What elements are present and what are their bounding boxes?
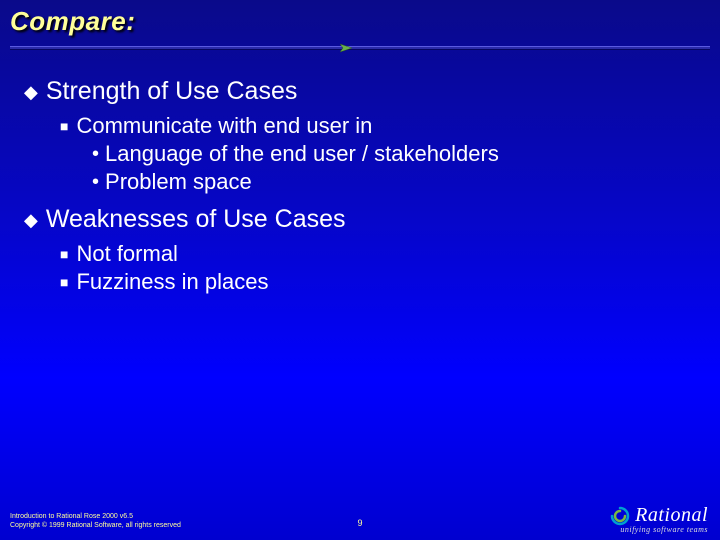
title-divider [0, 43, 720, 57]
dot-bullet-icon: • [92, 169, 99, 195]
slide-content: ◆ Strength of Use Cases ■ Communicate wi… [0, 57, 720, 295]
item-text: Communicate with end user in [76, 113, 372, 139]
arrow-icon [340, 42, 354, 54]
footer-line2: Copyright © 1999 Rational Software, all … [10, 521, 181, 530]
heading-weakness: ◆ Weaknesses of Use Cases [24, 205, 700, 235]
title-bar: Compare: [0, 0, 720, 37]
footer-line1: Introduction to Rational Rose 2000 v6.5 [10, 512, 181, 521]
subitem-text: Language of the end user / stakeholders [105, 141, 499, 167]
subitem-language: • Language of the end user / stakeholder… [92, 141, 700, 167]
item-text: Not formal [76, 241, 177, 267]
heading-text: Weaknesses of Use Cases [46, 205, 346, 234]
item-text: Fuzziness in places [76, 269, 268, 295]
item-fuzziness: ■ Fuzziness in places [60, 269, 700, 295]
page-number: 9 [357, 518, 362, 528]
slide-footer: Introduction to Rational Rose 2000 v6.5 … [0, 500, 720, 540]
diamond-bullet-icon: ◆ [24, 205, 38, 235]
square-bullet-icon: ■ [60, 241, 68, 267]
footer-left: Introduction to Rational Rose 2000 v6.5 … [10, 512, 181, 530]
slide-title: Compare: [10, 6, 720, 37]
item-not-formal: ■ Not formal [60, 241, 700, 267]
swirl-icon [609, 505, 631, 527]
diamond-bullet-icon: ◆ [24, 77, 38, 107]
footer-right: Rational unifying software teams [609, 504, 708, 534]
square-bullet-icon: ■ [60, 269, 68, 295]
heading-strength: ◆ Strength of Use Cases [24, 77, 700, 107]
brand-name: Rational [635, 504, 708, 527]
divider-line [10, 46, 710, 50]
heading-text: Strength of Use Cases [46, 77, 298, 106]
square-bullet-icon: ■ [60, 113, 68, 139]
subitem-text: Problem space [105, 169, 252, 195]
subitem-problem-space: • Problem space [92, 169, 700, 195]
dot-bullet-icon: • [92, 141, 99, 167]
brand-logo: Rational [609, 504, 708, 527]
item-communicate: ■ Communicate with end user in [60, 113, 700, 139]
